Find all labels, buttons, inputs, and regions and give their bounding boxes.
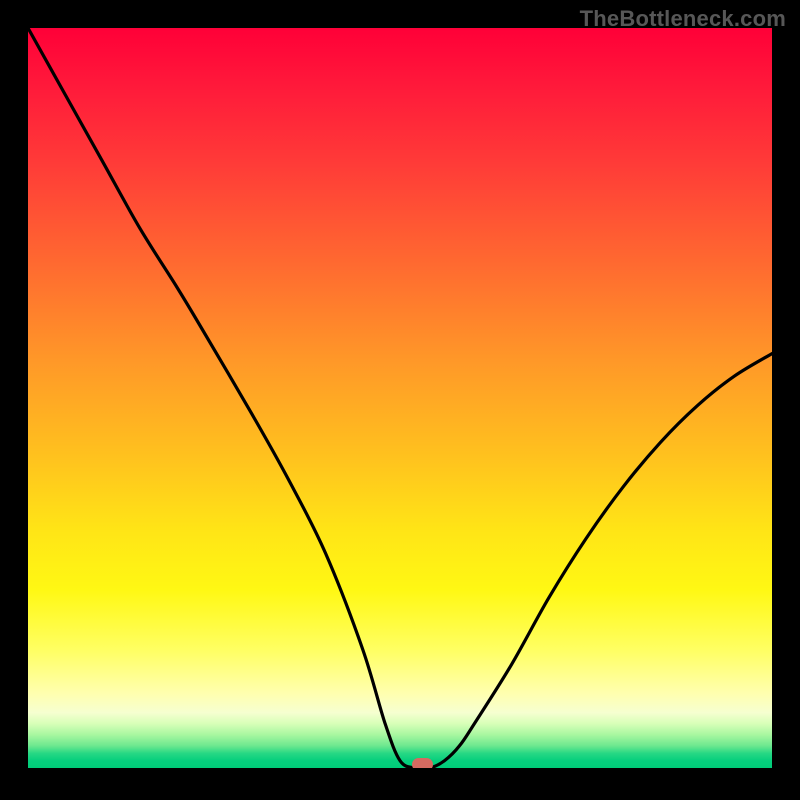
current-config-marker xyxy=(412,758,433,768)
chart-frame: TheBottleneck.com xyxy=(0,0,800,800)
watermark-text: TheBottleneck.com xyxy=(580,6,786,32)
bottleneck-curve xyxy=(28,28,772,768)
plot-area xyxy=(28,28,772,768)
